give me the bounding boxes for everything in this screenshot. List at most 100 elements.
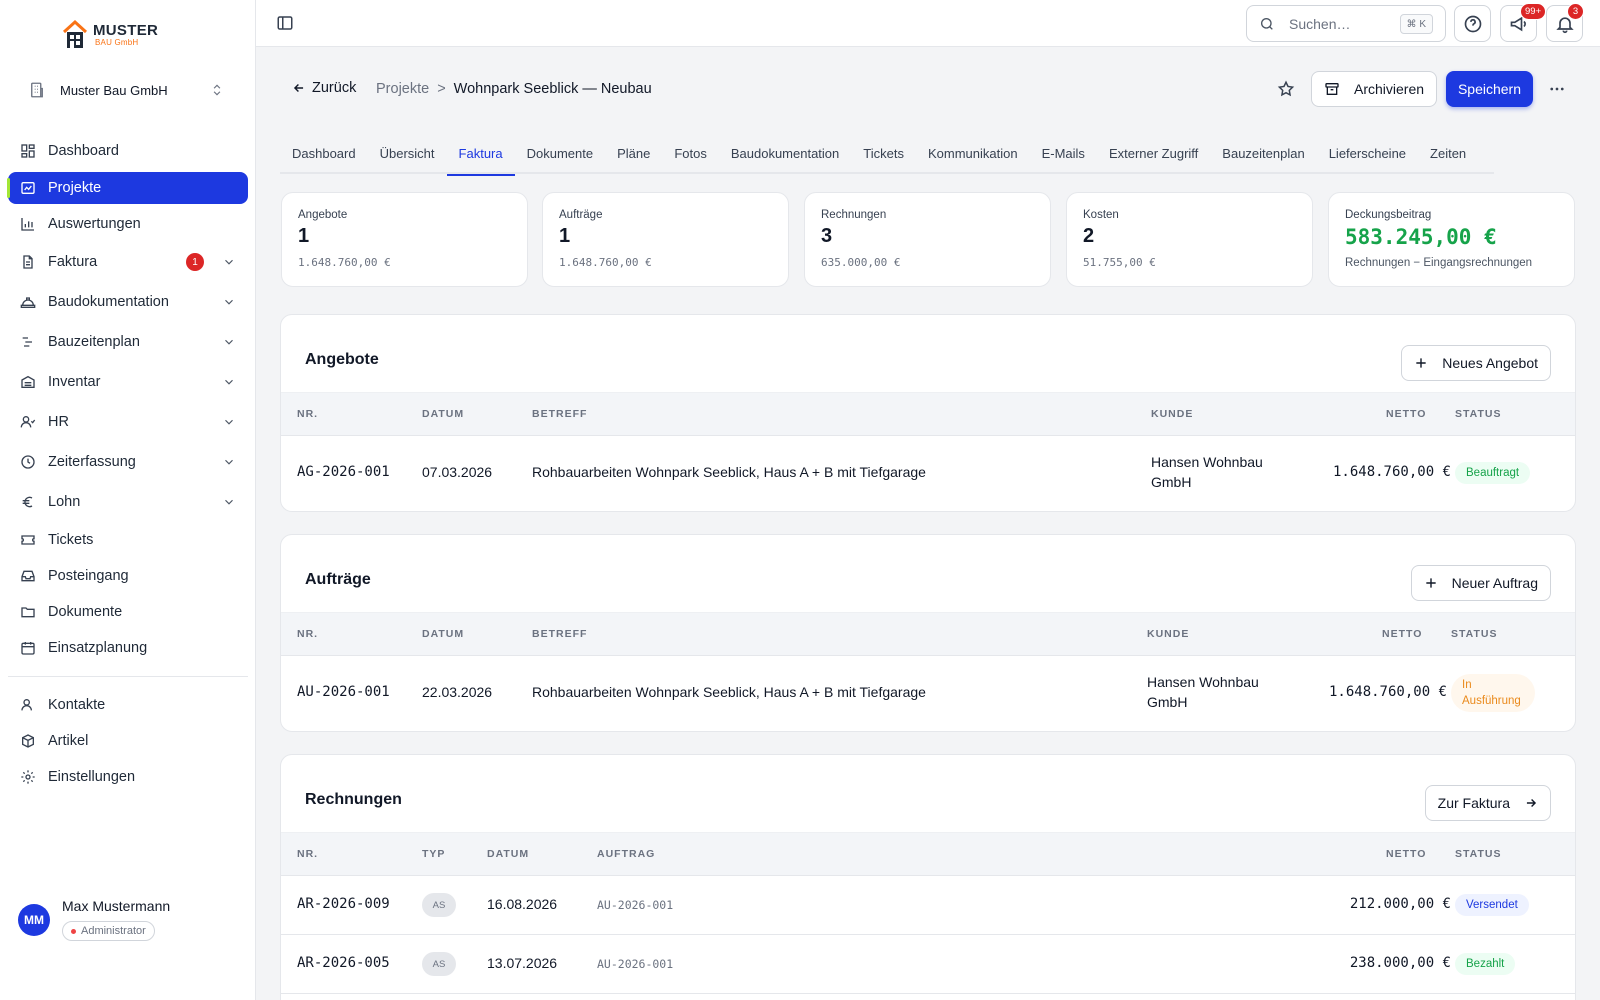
sidebar-item-lohn[interactable]: Lohn xyxy=(8,486,248,518)
sidebar-item-zeiterfassung[interactable]: Zeiterfassung xyxy=(8,446,248,478)
new-offer-button[interactable]: Neues Angebot xyxy=(1401,345,1551,381)
back-button[interactable]: Zurück xyxy=(292,80,356,96)
notifications-button[interactable]: 3 xyxy=(1546,3,1584,42)
column-header[interactable]: NR. xyxy=(297,408,318,420)
sidebar-item-posteingang[interactable]: Posteingang xyxy=(8,560,248,592)
tab-dashboard[interactable]: Dashboard xyxy=(280,132,368,174)
tab-zeiten[interactable]: Zeiten xyxy=(1418,132,1478,174)
invoice-number[interactable]: AR-2026-009 xyxy=(297,896,390,912)
chevron-down-icon[interactable] xyxy=(222,455,236,469)
people-icon xyxy=(20,416,36,428)
search-input[interactable]: Suchen… ⌘ K xyxy=(1246,5,1446,42)
chevron-down-icon[interactable] xyxy=(222,495,236,509)
tab-tickets[interactable]: Tickets xyxy=(851,132,916,174)
help-button[interactable] xyxy=(1454,5,1491,42)
column-header[interactable]: STATUS xyxy=(1455,408,1501,420)
tab-faktura[interactable]: Faktura xyxy=(446,132,515,176)
tab-kommunikation[interactable]: Kommunikation xyxy=(916,132,1030,174)
status-text: In xyxy=(1462,679,1472,691)
table-row[interactable]: AR-2026-005 AS 13.07.2026 AU-2026-001 23… xyxy=(281,935,1575,994)
avatar[interactable]: MM xyxy=(18,904,50,936)
table-row[interactable]: AG-2026-001 07.03.2026 Rohbauarbeiten Wo… xyxy=(281,436,1575,511)
arrow-right-icon xyxy=(1526,799,1537,807)
breadcrumb-parent[interactable]: Projekte xyxy=(376,81,429,97)
chevron-down-icon[interactable] xyxy=(222,375,236,389)
more-horizontal-icon[interactable] xyxy=(1548,80,1566,98)
stat-value: 1 xyxy=(559,225,571,247)
announcements-button[interactable]: 99+ xyxy=(1500,3,1547,42)
tab-plaene[interactable]: Pläne xyxy=(605,132,662,174)
column-header[interactable]: DATUM xyxy=(422,408,464,420)
stat-card-rechnungen: Rechnungen 3 635.000,00 € xyxy=(804,192,1051,287)
sidebar-item-kontakte[interactable]: Kontakte xyxy=(8,689,248,721)
table-row[interactable]: AR-2026-009 AS 16.08.2026 AU-2026-001 21… xyxy=(281,876,1575,935)
tab-lieferscheine[interactable]: Lieferscheine xyxy=(1317,132,1418,174)
sidebar-item-baudokumentation[interactable]: Baudokumentation xyxy=(8,286,248,318)
company-logo[interactable]: MUSTER BAU GmbH xyxy=(62,18,158,52)
offer-subject: Rohbauarbeiten Wohnpark Seeblick, Haus A… xyxy=(532,464,926,480)
faktura-count-badge: 1 xyxy=(186,253,204,271)
tab-dokumente[interactable]: Dokumente xyxy=(515,132,605,174)
column-header[interactable]: BETREFF xyxy=(532,628,587,640)
tab-bauzeitenplan[interactable]: Bauzeitenplan xyxy=(1210,132,1316,174)
new-order-button[interactable]: Neuer Auftrag xyxy=(1410,565,1551,601)
offer-number[interactable]: AG-2026-001 xyxy=(297,464,390,480)
sidebar-item-bauzeitenplan[interactable]: Bauzeitenplan xyxy=(8,326,248,358)
column-header[interactable]: NETTO xyxy=(1386,848,1426,860)
sidebar-toggle-icon[interactable] xyxy=(276,14,294,32)
sidebar-item-projekte[interactable]: Projekte xyxy=(7,172,248,204)
stat-amount: 635.000,00 € xyxy=(821,256,901,269)
sidebar-item-einsatzplanung[interactable]: Einsatzplanung xyxy=(8,632,248,664)
column-header[interactable]: NETTO xyxy=(1386,408,1426,420)
sidebar-item-hr[interactable]: HR xyxy=(8,406,248,438)
order-number[interactable]: AU-2026-001 xyxy=(297,684,390,700)
column-header[interactable]: KUNDE xyxy=(1151,408,1193,420)
organization-switcher[interactable]: Muster Bau GmbH xyxy=(20,74,234,106)
chevron-down-icon[interactable] xyxy=(222,255,236,269)
column-header[interactable]: STATUS xyxy=(1451,628,1497,640)
user-name: Max Mustermann xyxy=(62,898,171,914)
invoice-net-amount: 238.000,00 € xyxy=(1349,955,1451,971)
invoice-order-ref[interactable]: AU-2026-001 xyxy=(597,898,673,912)
stat-card-kosten: Kosten 2 51.755,00 € xyxy=(1066,192,1313,287)
column-header[interactable]: BETREFF xyxy=(532,408,587,420)
sidebar-item-faktura[interactable]: Faktura 1 xyxy=(8,246,248,278)
sidebar-item-inventar[interactable]: Inventar xyxy=(8,366,248,398)
invoice-date: 13.07.2026 xyxy=(487,955,558,971)
user-profile[interactable]: MM Max Mustermann Administrator xyxy=(18,898,238,946)
column-header[interactable]: DATUM xyxy=(487,848,529,860)
table-row[interactable]: AU-2026-001 22.03.2026 Rohbauarbeiten Wo… xyxy=(281,656,1575,731)
chevron-down-icon[interactable] xyxy=(222,415,236,429)
invoice-order-ref[interactable]: AU-2026-001 xyxy=(597,957,673,971)
sidebar-item-artikel[interactable]: Artikel xyxy=(8,725,248,757)
chevron-down-icon[interactable] xyxy=(222,335,236,349)
column-header[interactable]: AUFTRAG xyxy=(597,848,655,860)
archive-button[interactable]: Archivieren xyxy=(1311,71,1437,107)
column-header[interactable]: KUNDE xyxy=(1147,628,1189,640)
sidebar-item-auswertungen[interactable]: Auswertungen xyxy=(8,208,248,240)
tab-baudokumentation[interactable]: Baudokumentation xyxy=(719,132,851,174)
tab-fotos[interactable]: Fotos xyxy=(662,132,719,174)
timeline-icon xyxy=(22,337,32,347)
column-header[interactable]: STATUS xyxy=(1455,848,1501,860)
column-header[interactable]: NR. xyxy=(297,848,318,860)
tab-externer-zugriff[interactable]: Externer Zugriff xyxy=(1097,132,1210,174)
tab-e-mails[interactable]: E-Mails xyxy=(1030,132,1097,174)
sidebar-item-tickets[interactable]: Tickets xyxy=(8,524,248,556)
column-header[interactable]: TYP xyxy=(422,848,445,860)
sidebar-item-einstellungen[interactable]: Einstellungen xyxy=(8,761,248,793)
go-to-faktura-button[interactable]: Zur Faktura xyxy=(1424,785,1551,821)
column-header[interactable]: NETTO xyxy=(1382,628,1422,640)
button-label: Neuer Auftrag xyxy=(1451,575,1538,591)
sidebar-item-label: Inventar xyxy=(48,374,101,390)
star-icon[interactable] xyxy=(1277,80,1295,98)
invoice-number[interactable]: AR-2026-005 xyxy=(297,955,390,971)
sidebar-item-dokumente[interactable]: Dokumente xyxy=(8,596,248,628)
chevron-down-icon[interactable] xyxy=(222,295,236,309)
column-header[interactable]: DATUM xyxy=(422,628,464,640)
tab-uebersicht[interactable]: Übersicht xyxy=(368,132,447,174)
sidebar-item-dashboard[interactable]: Dashboard xyxy=(8,135,248,167)
announcements-count-badge: 99+ xyxy=(1520,3,1547,20)
save-button[interactable]: Speichern xyxy=(1446,71,1533,107)
column-header[interactable]: NR. xyxy=(297,628,318,640)
